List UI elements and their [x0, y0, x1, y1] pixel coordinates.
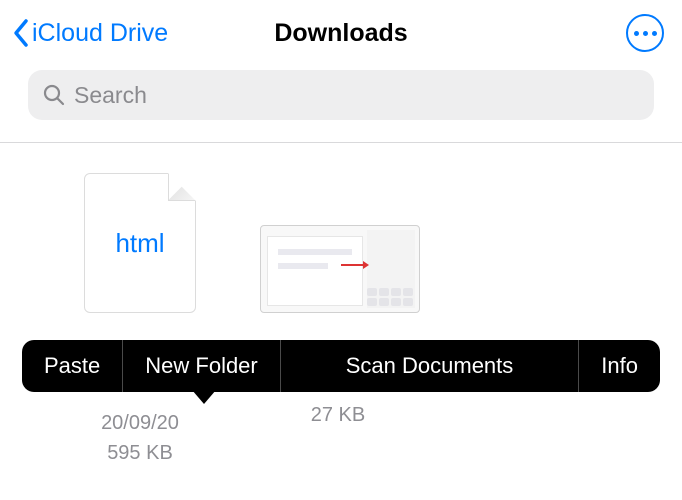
- back-button[interactable]: iCloud Drive: [12, 18, 168, 48]
- search-icon: [42, 83, 66, 107]
- context-menu: Paste New Folder Scan Documents Info: [22, 340, 660, 392]
- file-type-label: html: [115, 228, 164, 259]
- menu-scan-documents[interactable]: Scan Documents: [281, 340, 579, 392]
- file-thumbnail-image: [260, 225, 420, 313]
- file-item[interactable]: html: [70, 173, 210, 313]
- file-date: 20/09/20: [70, 408, 210, 438]
- ellipsis-icon: [634, 31, 639, 36]
- menu-info[interactable]: Info: [579, 340, 660, 392]
- file-item[interactable]: [270, 173, 410, 313]
- page-fold-icon: [168, 173, 196, 201]
- search-input[interactable]: [74, 82, 640, 109]
- file-thumbnail-html: html: [84, 173, 196, 313]
- chevron-left-icon: [12, 18, 30, 48]
- file-size: 27 KB: [268, 400, 408, 430]
- back-label: iCloud Drive: [32, 19, 168, 48]
- menu-paste[interactable]: Paste: [22, 340, 122, 392]
- navigation-bar: iCloud Drive Downloads: [0, 0, 682, 64]
- file-meta: 27 KB: [268, 400, 408, 430]
- search-field[interactable]: [28, 70, 654, 120]
- file-meta: 20/09/20 595 KB: [70, 408, 210, 468]
- file-grid[interactable]: html: [0, 143, 682, 313]
- more-button[interactable]: [626, 14, 664, 52]
- menu-new-folder[interactable]: New Folder: [123, 340, 279, 392]
- file-size: 595 KB: [70, 438, 210, 468]
